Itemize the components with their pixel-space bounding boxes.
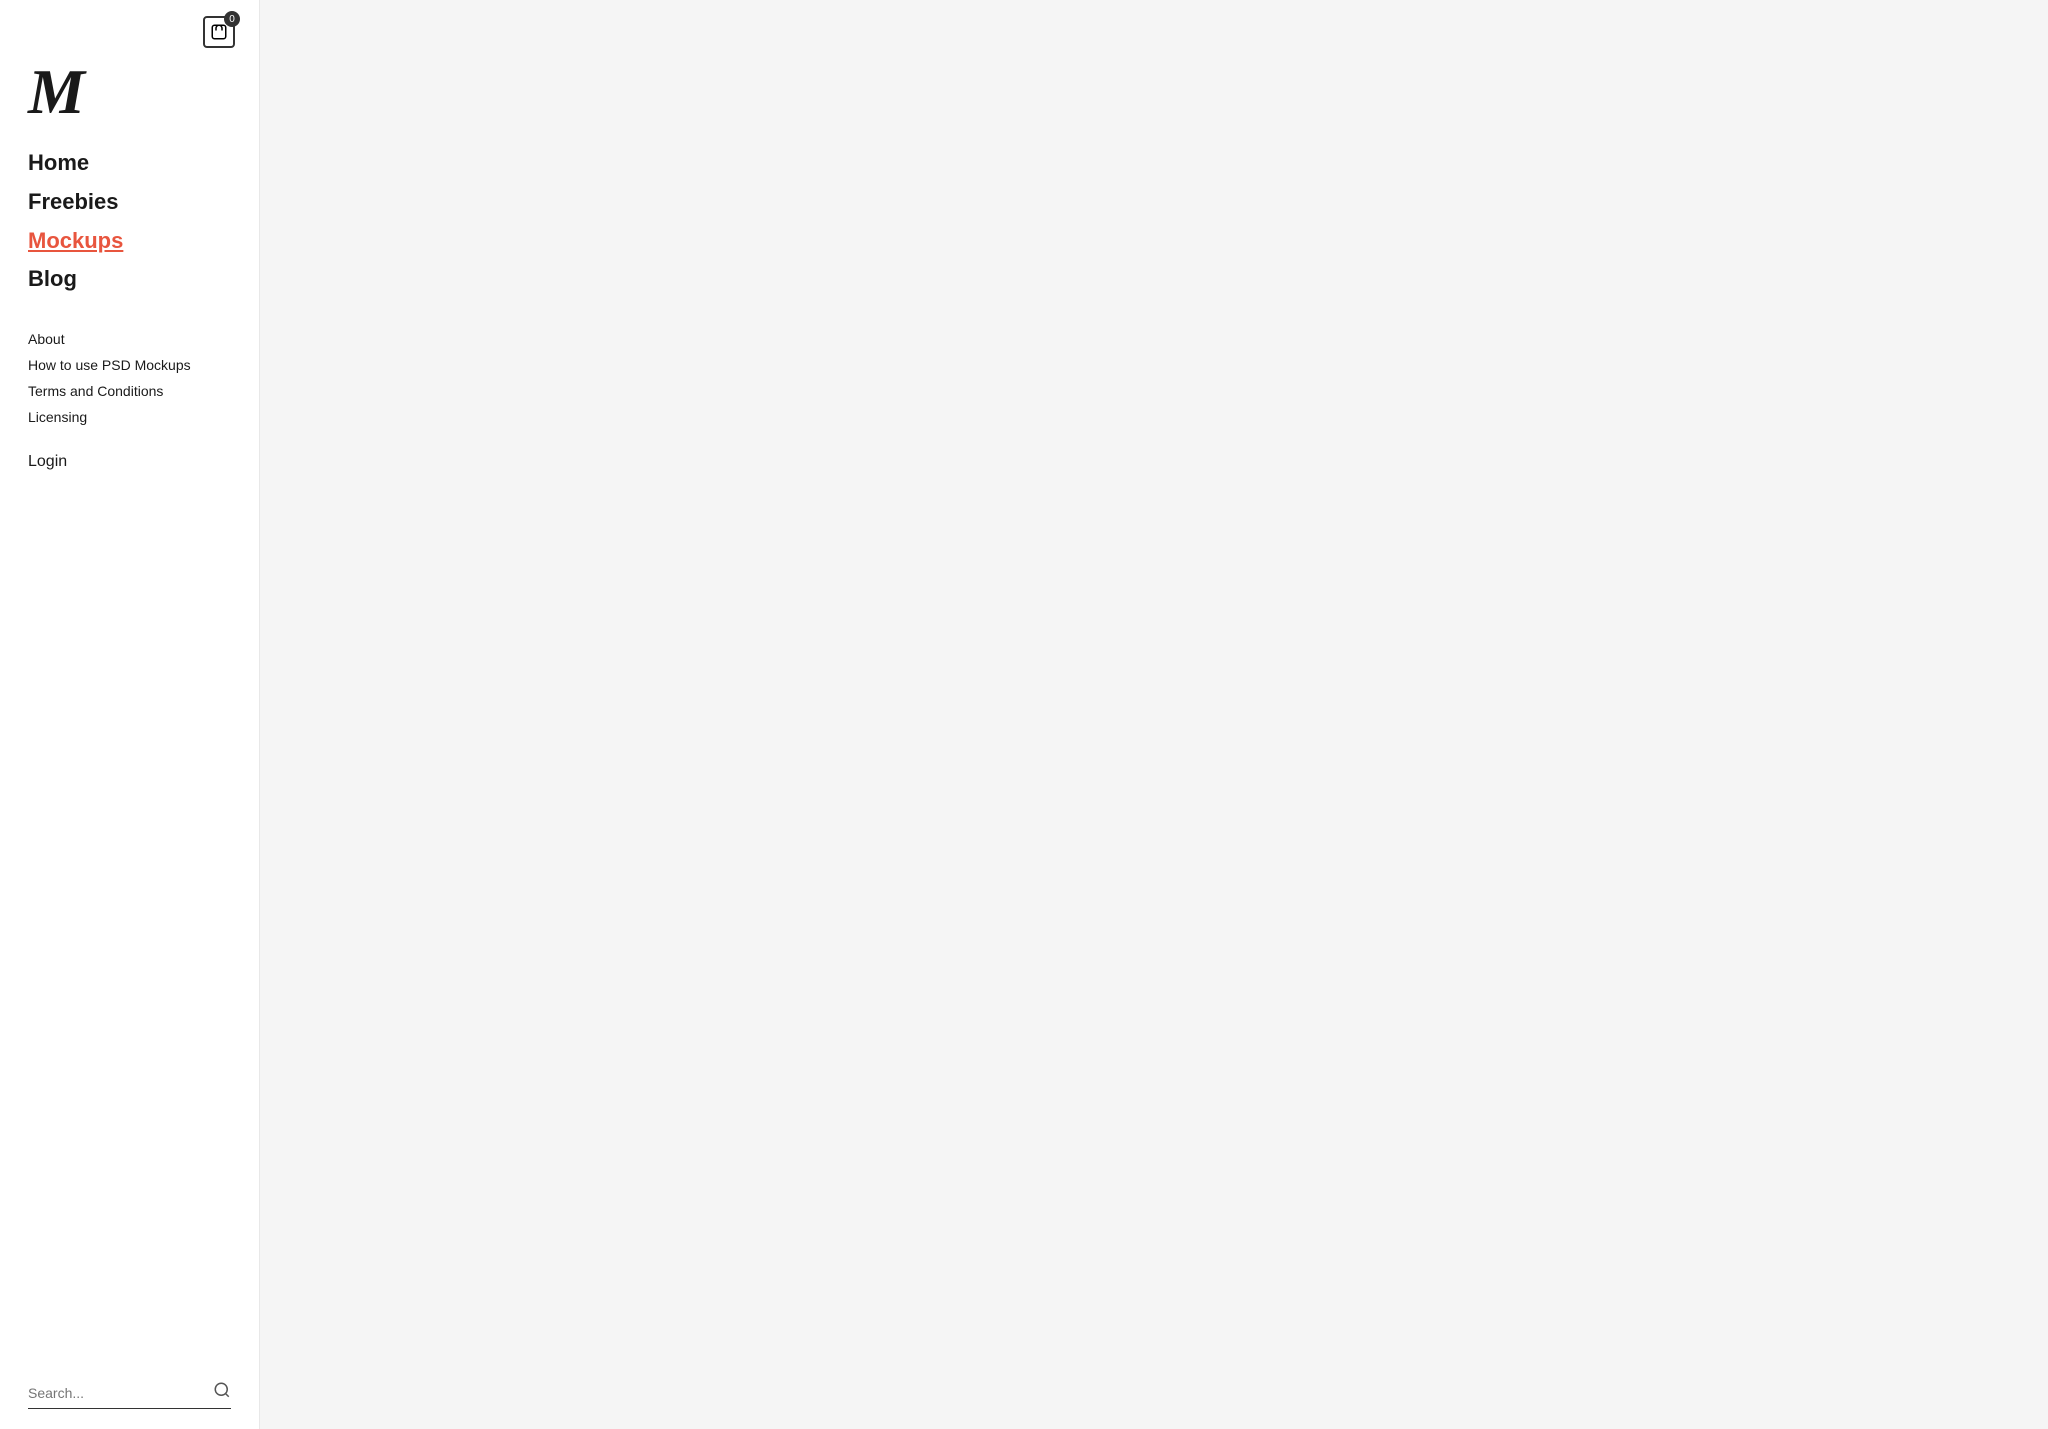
sidebar: 0 M Home Freebies Mockups Blog About How… (0, 0, 260, 1429)
nav-about[interactable]: About (28, 331, 231, 347)
nav-mockups[interactable]: Mockups (28, 226, 231, 257)
nav-terms[interactable]: Terms and Conditions (28, 383, 231, 399)
nav-blog[interactable]: Blog (28, 264, 231, 295)
cart-badge: 0 (224, 11, 240, 27)
nav-how-to[interactable]: How to use PSD Mockups (28, 357, 231, 373)
search-area (0, 1321, 259, 1409)
search-icon (213, 1381, 231, 1404)
logo[interactable]: M (28, 60, 231, 124)
main-nav: Home Freebies Mockups Blog (0, 148, 259, 303)
nav-licensing[interactable]: Licensing (28, 409, 231, 425)
login-area: Login (0, 425, 259, 471)
main-content (260, 0, 2048, 1429)
secondary-nav: About How to use PSD Mockups Terms and C… (0, 303, 259, 425)
login-link[interactable]: Login (28, 453, 67, 470)
nav-home[interactable]: Home (28, 148, 231, 179)
nav-freebies[interactable]: Freebies (28, 187, 231, 218)
search-input[interactable] (28, 1385, 213, 1401)
cart-icon[interactable]: 0 (203, 16, 235, 48)
